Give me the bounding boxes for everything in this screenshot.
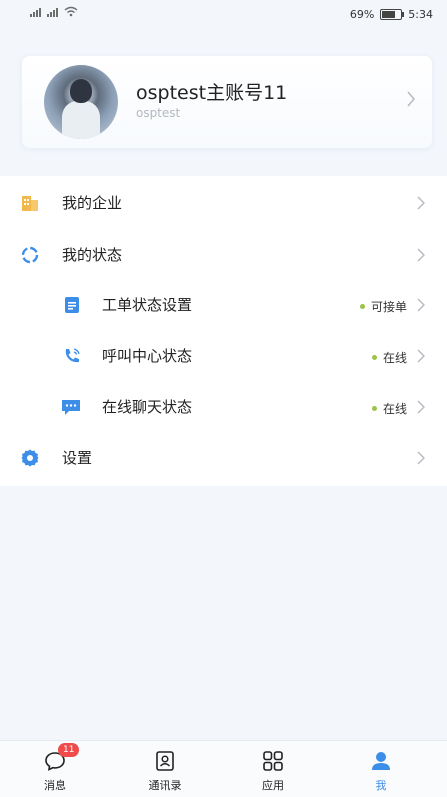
menu-label: 工单状态设置 [102, 296, 193, 314]
phone-icon [65, 348, 80, 363]
contacts-icon [156, 751, 174, 771]
tab-label: 我 [375, 779, 387, 792]
chevron-right-icon [417, 298, 425, 312]
status-ring-icon [21, 246, 39, 264]
chevron-right-icon [417, 349, 425, 363]
profile-name: osptest主账号11 [136, 82, 288, 104]
status-text: 在线 [382, 402, 407, 416]
profile-account: osptest [136, 106, 181, 120]
menu-item-enterprise[interactable]: 我的企业 [0, 178, 447, 228]
tab-contacts[interactable]: 通讯录 [110, 741, 220, 797]
apps-grid-icon [263, 751, 283, 771]
unread-badge: 11 [58, 743, 80, 757]
menu-label: 我的状态 [62, 246, 123, 264]
battery-icon [380, 9, 405, 20]
chevron-right-icon [417, 400, 425, 414]
status-value: 可接单 [359, 298, 407, 315]
menu-item-settings[interactable]: 设置 [0, 433, 447, 483]
status-text: 可接单 [370, 300, 407, 314]
battery-percent: 69% [349, 8, 375, 21]
menu-item-call-center-status[interactable]: 呼叫中心状态 在线 [0, 331, 447, 381]
chevron-right-icon [417, 248, 425, 262]
document-icon [65, 297, 79, 313]
tab-label: 应用 [262, 779, 284, 792]
menu-item-my-status[interactable]: 我的状态 [0, 230, 447, 280]
status-dot [359, 304, 365, 309]
chevron-right-icon [417, 196, 425, 210]
bottom-tab-bar: 11 消息 通讯录 应用 我 [0, 740, 447, 797]
menu-label: 呼叫中心状态 [102, 347, 193, 365]
status-text: 在线 [382, 351, 407, 365]
status-value: 在线 [371, 400, 407, 417]
gear-icon [21, 449, 39, 467]
status-dot [371, 406, 377, 411]
wifi-icon [64, 6, 78, 17]
avatar [44, 65, 118, 139]
tab-label: 消息 [44, 779, 66, 792]
profile-card[interactable]: osptest主账号11 osptest [22, 56, 432, 148]
tab-apps[interactable]: 应用 [218, 741, 328, 797]
clock: 5:34 [408, 8, 433, 21]
tab-messages[interactable]: 11 消息 [0, 741, 110, 797]
status-right: 69% 5:34 [350, 8, 433, 21]
menu-item-online-chat-status[interactable]: 在线聊天状态 在线 [0, 382, 447, 432]
user-icon [372, 752, 390, 770]
building-icon [22, 196, 38, 211]
status-value: 在线 [371, 349, 407, 366]
menu-label: 我的企业 [62, 194, 123, 212]
chat-bubble-icon [62, 400, 80, 415]
signal-icon [30, 8, 41, 17]
menu-label: 设置 [62, 449, 93, 467]
menu-list: 我的企业 我的状态 工单状态设置 可接单 呼叫中心状态 在线 在线聊天状态 在线… [0, 176, 447, 486]
network-indicators [30, 6, 78, 17]
menu-label: 在线聊天状态 [102, 398, 193, 416]
chevron-right-icon [417, 451, 425, 465]
menu-item-ticket-status[interactable]: 工单状态设置 可接单 [0, 280, 447, 330]
tab-label: 通讯录 [148, 779, 182, 792]
signal-icon [47, 8, 58, 17]
tab-me[interactable]: 我 [326, 741, 436, 797]
status-bar: 69% 5:34 [0, 0, 447, 32]
status-dot [371, 355, 377, 360]
chevron-right-icon [407, 91, 416, 107]
